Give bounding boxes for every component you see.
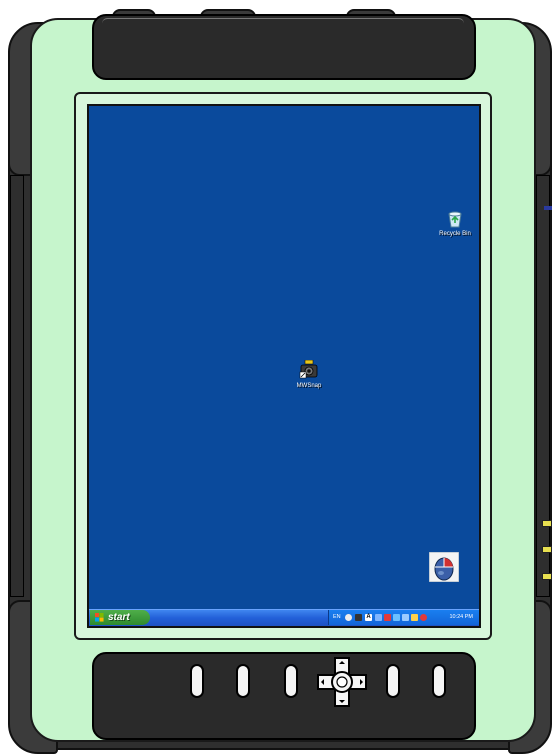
clock[interactable]: 10:24 PM: [449, 610, 473, 625]
windows-flag-icon: [95, 613, 104, 622]
tray-icon-alert[interactable]: [420, 614, 427, 621]
tray-icon-security[interactable]: [384, 614, 391, 621]
tray-icon-user[interactable]: [355, 614, 362, 621]
desktop-screen[interactable]: Recycle Bin MWSnap start EN A 10:24 PM: [87, 104, 481, 628]
dpad-control[interactable]: [316, 656, 368, 708]
tray-icon-help[interactable]: [345, 614, 352, 621]
tray-icon-input-a[interactable]: A: [365, 614, 372, 621]
desktop-icon-recycle-bin[interactable]: Recycle Bin: [425, 210, 479, 238]
left-grip: [10, 175, 24, 597]
right-grip: [536, 175, 550, 597]
recycle-bin-icon: [448, 211, 462, 228]
tray-icon-power[interactable]: [411, 614, 418, 621]
hardware-button-4[interactable]: [386, 664, 400, 698]
desktop-icon-mwsnap[interactable]: MWSnap: [279, 360, 339, 390]
side-marker-blue: [544, 206, 552, 210]
side-marker: [542, 520, 552, 527]
desktop-icon-mouse-app[interactable]: [428, 551, 460, 587]
language-indicator[interactable]: EN: [333, 610, 341, 625]
mouse-pointer-app-icon: [428, 551, 460, 583]
hardware-button-5[interactable]: [432, 664, 446, 698]
top-band-highlight: [102, 18, 464, 29]
hardware-button-1[interactable]: [190, 664, 204, 698]
hardware-button-2[interactable]: [236, 664, 250, 698]
taskbar: start EN A 10:24 PM: [89, 609, 479, 626]
hardware-button-3[interactable]: [284, 664, 298, 698]
recycle-bin-label: Recycle Bin: [439, 231, 471, 237]
system-tray: EN A 10:24 PM: [328, 610, 479, 625]
start-label: start: [108, 612, 130, 623]
side-marker: [542, 546, 552, 553]
mwsnap-label: MWSnap: [296, 383, 322, 389]
tray-icon-display[interactable]: [393, 614, 400, 621]
tray-icon-volume[interactable]: [402, 614, 409, 621]
side-marker: [542, 573, 552, 580]
tray-icon-network[interactable]: [375, 614, 382, 621]
start-button[interactable]: start: [90, 610, 150, 625]
bottom-band: [92, 652, 476, 740]
camera-icon: [299, 360, 318, 379]
